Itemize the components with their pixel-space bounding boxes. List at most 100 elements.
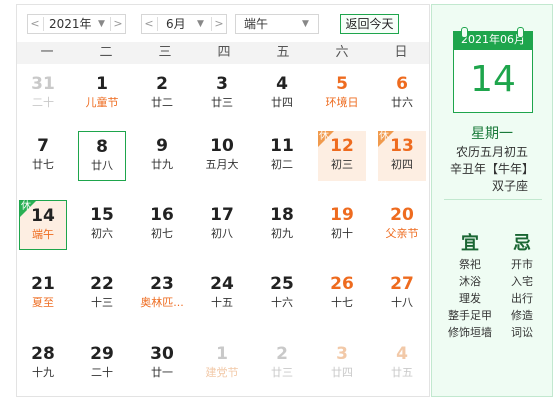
ji-title: 忌 bbox=[513, 233, 531, 254]
day-cell[interactable]: 9 廿九 bbox=[138, 131, 186, 181]
day-cell[interactable]: 29 二十 bbox=[78, 339, 126, 389]
binder-ring-icon bbox=[461, 27, 468, 38]
lunar-label: 建党节 bbox=[205, 366, 239, 379]
day-cell[interactable]: 30 廿一 bbox=[138, 339, 186, 389]
day-number: 10 bbox=[210, 136, 234, 156]
day-cell[interactable]: 4 廿五 bbox=[378, 339, 426, 389]
year-selector[interactable]: < 2021年 ▼ > bbox=[27, 14, 126, 34]
lunar-label: 初六 bbox=[91, 227, 113, 240]
day-number: 22 bbox=[90, 274, 114, 294]
weekday-header: 三 bbox=[158, 45, 172, 60]
prev-month-arrow-icon[interactable]: < bbox=[142, 15, 156, 33]
day-number: 18 bbox=[270, 205, 294, 225]
divider bbox=[157, 17, 158, 31]
day-cell[interactable]: 20 父亲节 bbox=[378, 200, 426, 250]
day-cell[interactable]: 10 五月大 bbox=[198, 131, 246, 181]
month-value[interactable]: 6月 bbox=[166, 15, 186, 33]
lunar-label: 廿九 bbox=[151, 158, 173, 171]
next-month-arrow-icon[interactable]: > bbox=[212, 15, 226, 33]
day-cell[interactable]: 休 12 初三 bbox=[318, 131, 366, 181]
day-cell[interactable]: 1 建党节 bbox=[198, 339, 246, 389]
day-number: 19 bbox=[330, 205, 354, 225]
day-cell[interactable]: 17 初八 bbox=[198, 200, 246, 250]
year-dropdown-icon[interactable]: ▼ bbox=[98, 15, 105, 33]
month-selector[interactable]: < 6月 ▼ > bbox=[141, 14, 227, 34]
day-cell[interactable]: 24 十五 bbox=[198, 269, 246, 319]
day-cell[interactable]: 25 十六 bbox=[258, 269, 306, 319]
day-cell[interactable]: 8 廿八 bbox=[78, 131, 126, 181]
day-cell[interactable]: 18 初九 bbox=[258, 200, 306, 250]
day-cell[interactable]: 21 夏至 bbox=[19, 269, 67, 319]
day-cell[interactable]: 15 初六 bbox=[78, 200, 126, 250]
yi-item: 祭祀 bbox=[459, 258, 481, 271]
weekday-label: 星期一 bbox=[471, 126, 513, 142]
day-cell[interactable]: 休 14 端午 bbox=[19, 200, 67, 250]
yi-item: 理发 bbox=[459, 292, 481, 305]
holiday-selector[interactable]: 端午 ▼ bbox=[235, 14, 319, 34]
day-cell[interactable]: 28 十九 bbox=[19, 339, 67, 389]
day-number: 31 bbox=[31, 74, 55, 94]
holiday-dropdown-icon[interactable]: ▼ bbox=[302, 15, 309, 33]
day-cell[interactable]: 27 十八 bbox=[378, 269, 426, 319]
day-cell[interactable]: 22 十三 bbox=[78, 269, 126, 319]
month-dropdown-icon[interactable]: ▼ bbox=[197, 15, 204, 33]
holiday-value[interactable]: 端午 bbox=[244, 15, 268, 33]
day-cell[interactable]: 3 廿四 bbox=[318, 339, 366, 389]
binder-ring-icon bbox=[517, 27, 524, 38]
ji-item: 开市 bbox=[511, 258, 533, 271]
day-number: 2 bbox=[156, 74, 168, 94]
day-number: 26 bbox=[330, 274, 354, 294]
lunar-label: 廿一 bbox=[151, 366, 173, 379]
day-cell[interactable]: 11 初二 bbox=[258, 131, 306, 181]
day-cell[interactable]: 1 儿童节 bbox=[78, 69, 126, 119]
day-number: 3 bbox=[216, 74, 228, 94]
lunar-label: 二十 bbox=[91, 366, 113, 379]
weekday-header: 二 bbox=[99, 45, 113, 60]
calendar-page-icon: 2021年06月 14 bbox=[453, 27, 533, 113]
back-to-today-button[interactable]: 返回今天 bbox=[340, 14, 399, 34]
lunar-label: 父亲节 bbox=[385, 227, 419, 240]
day-cell[interactable]: 7 廿七 bbox=[19, 131, 67, 181]
prev-year-arrow-icon[interactable]: < bbox=[28, 15, 42, 33]
day-cell[interactable]: 2 廿三 bbox=[258, 339, 306, 389]
day-number: 15 bbox=[90, 205, 114, 225]
yi-title: 宜 bbox=[461, 233, 479, 254]
day-cell[interactable]: 26 十七 bbox=[318, 269, 366, 319]
weekday-header: 四 bbox=[217, 45, 231, 60]
lunar-label: 十七 bbox=[331, 296, 353, 309]
day-cell[interactable]: 19 初十 bbox=[318, 200, 366, 250]
day-number: 9 bbox=[156, 136, 168, 156]
day-number: 29 bbox=[90, 344, 114, 364]
day-number: 7 bbox=[37, 136, 49, 156]
day-cell[interactable]: 2 廿二 bbox=[138, 69, 186, 119]
lunar-label: 初七 bbox=[151, 227, 173, 240]
day-cell[interactable]: 休 13 初四 bbox=[378, 131, 426, 181]
yi-item: 修饰垣墙 bbox=[448, 326, 492, 339]
date-detail-panel: 2021年06月 14 星期一 农历五月初五 辛丑年【牛年】 双子座 宜 忌 祭… bbox=[431, 4, 553, 397]
day-number: 30 bbox=[150, 344, 174, 364]
day-cell[interactable]: 16 初七 bbox=[138, 200, 186, 250]
day-cell[interactable]: 5 环境日 bbox=[318, 69, 366, 119]
day-number: 20 bbox=[390, 205, 414, 225]
lunar-label: 二十 bbox=[32, 96, 54, 109]
ji-item: 出行 bbox=[511, 292, 533, 305]
day-number: 16 bbox=[150, 205, 174, 225]
lunar-label: 廿三 bbox=[211, 96, 233, 109]
day-cell[interactable]: 6 廿六 bbox=[378, 69, 426, 119]
day-number: 23 bbox=[150, 274, 174, 294]
ganzhi-year: 辛丑年【牛年】 bbox=[449, 162, 534, 176]
lunar-label: 廿六 bbox=[391, 96, 413, 109]
lunar-label: 儿童节 bbox=[85, 96, 119, 109]
yi-item: 整手足甲 bbox=[448, 309, 492, 322]
day-cell[interactable]: 3 廿三 bbox=[198, 69, 246, 119]
day-cell[interactable]: 31 二十 bbox=[19, 69, 67, 119]
year-value[interactable]: 2021年 bbox=[49, 15, 92, 33]
next-year-arrow-icon[interactable]: > bbox=[111, 15, 125, 33]
lunar-label: 五月大 bbox=[205, 158, 239, 171]
divider bbox=[43, 17, 44, 31]
day-cell[interactable]: 4 廿四 bbox=[258, 69, 306, 119]
lunar-label: 廿三 bbox=[271, 366, 293, 379]
day-cell[interactable]: 23 奥林匹... bbox=[138, 269, 186, 319]
lunar-label: 初九 bbox=[271, 227, 293, 240]
day-number: 28 bbox=[31, 344, 55, 364]
